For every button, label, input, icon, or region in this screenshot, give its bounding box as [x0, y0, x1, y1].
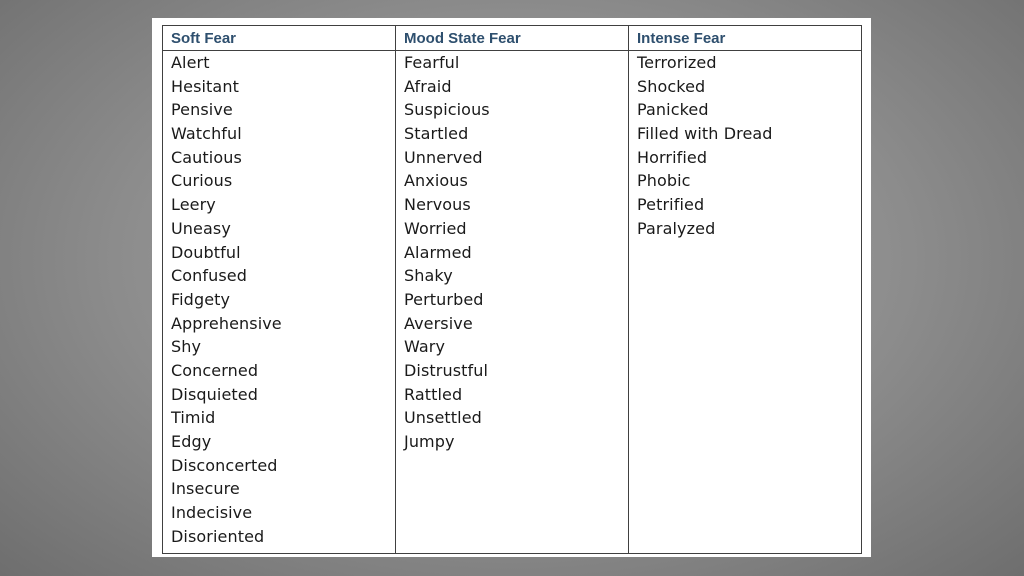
column-soft-fear: Alert Hesitant Pensive Watchful Cautious Curi…: [162, 50, 396, 554]
word-item: Phobic: [637, 171, 691, 191]
word-item: Aversive: [404, 313, 473, 333]
word-item: Uneasy: [171, 218, 231, 238]
word-item: Confused: [171, 266, 248, 286]
word-item: Terrorized: [637, 53, 717, 72]
word-item: Afraid: [404, 76, 452, 96]
word-item: Disconcerted: [171, 455, 278, 475]
word-item: Timid: [171, 408, 216, 428]
word-item: Panicked: [637, 100, 709, 120]
fear-words-table: Soft Fear Mood State Fear Intense Fear A…: [162, 25, 862, 554]
header-soft-fear: Soft Fear: [162, 25, 396, 51]
word-item: Anxious: [404, 171, 468, 191]
word-item: Indecisive: [171, 503, 253, 523]
header-mood-state-fear: Mood State Fear: [395, 25, 629, 51]
word-item: Edgy: [171, 432, 212, 451]
word-item: Disoriented: [171, 526, 265, 546]
word-item: Petrified: [637, 195, 705, 215]
header-intense-fear: Intense Fear: [628, 25, 862, 51]
word-item: Watchful: [171, 124, 242, 144]
word-item: Paralyzed: [637, 218, 716, 238]
column-intense-fear: Terrorized Shocked Panicked Filled with Dre…: [628, 50, 862, 554]
word-item: Filled with Dread: [637, 124, 773, 144]
slide-card: Soft Fear Mood State Fear Intense Fear A…: [152, 18, 871, 557]
word-item: Shocked: [637, 76, 706, 96]
body-row: Alert Hesitant Pensive Watchful Cautious Curi…: [162, 50, 862, 554]
word-item: Shy: [171, 337, 202, 357]
word-item: Jumpy: [404, 432, 455, 451]
word-item: Fidgety: [171, 289, 231, 309]
word-item: Hesitant: [171, 76, 239, 96]
word-item: Nervous: [404, 195, 471, 215]
word-item: Pensive: [171, 100, 233, 120]
header-row: Soft Fear Mood State Fear Intense Fear: [162, 25, 862, 51]
word-item: Horrified: [637, 147, 708, 167]
word-item: Insecure: [171, 479, 240, 499]
word-item: Curious: [171, 171, 233, 191]
word-item: Disquieted: [171, 384, 258, 404]
word-item: Doubtful: [171, 242, 241, 262]
word-item: Unnerved: [404, 147, 483, 167]
word-item: Distrustful: [404, 360, 489, 380]
word-item: Wary: [404, 337, 446, 357]
word-item: Perturbed: [404, 289, 484, 309]
word-item: Suspicious: [404, 100, 490, 120]
word-item: Startled: [404, 124, 469, 144]
word-item: Shaky: [404, 266, 453, 286]
column-mood-state-fear: Fearful Afraid Suspicious Startled Unnerved A…: [395, 50, 629, 554]
word-item: Fearful: [404, 53, 460, 72]
word-item: Apprehensive: [171, 313, 282, 333]
word-item: Concerned: [171, 360, 259, 380]
word-item: Leery: [171, 195, 216, 215]
word-item: Alert: [171, 53, 210, 72]
word-item: Worried: [404, 218, 467, 238]
word-item: Cautious: [171, 147, 242, 167]
word-item: Unsettled: [404, 408, 482, 428]
word-item: Alarmed: [404, 242, 472, 262]
word-item: Rattled: [404, 384, 463, 404]
